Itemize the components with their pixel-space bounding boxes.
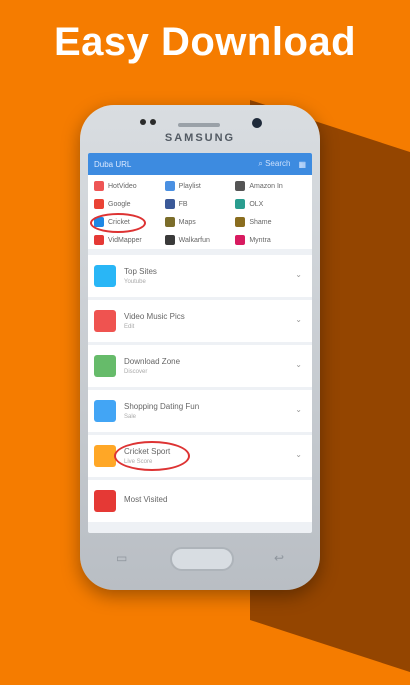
- shortcut-icon: [164, 235, 175, 245]
- headline: Easy Download: [53, 20, 357, 64]
- shortcut-item[interactable]: Playlist: [164, 181, 236, 191]
- shortcut-item[interactable]: Cricket: [90, 213, 165, 233]
- shortcut-icon: [235, 181, 246, 191]
- category-title: Shopping Dating Fun: [124, 402, 200, 411]
- shortcut-label: FB: [178, 200, 188, 208]
- earpiece-speaker: [178, 123, 220, 127]
- chevron-down-icon[interactable]: ⌄: [295, 270, 302, 279]
- phone-brand: SAMSUNG: [164, 132, 236, 144]
- category-row[interactable]: Top Sites Youtube ⌄: [88, 255, 312, 297]
- category-row[interactable]: Most Visited: [88, 480, 312, 522]
- category-subtitle: Edit: [124, 324, 135, 330]
- shortcut-label: Myntra: [249, 236, 271, 244]
- shortcut-item[interactable]: Maps: [164, 217, 236, 227]
- shortcut-label: Google: [108, 200, 131, 208]
- shortcut-label: OLX: [249, 200, 264, 208]
- category-row[interactable]: Download Zone Discover ⌄: [88, 345, 312, 387]
- shortcut-item[interactable]: Shame: [235, 217, 306, 227]
- shortcut-icon: [164, 181, 175, 191]
- front-camera: [252, 118, 262, 128]
- shortcut-icon: [94, 235, 104, 245]
- category-icon: [94, 445, 116, 467]
- shortcut-item[interactable]: VidMapper: [94, 235, 165, 245]
- shortcut-label: Amazon In: [249, 182, 283, 190]
- chevron-down-icon[interactable]: ⌄: [295, 315, 302, 324]
- category-subtitle: Sale: [124, 414, 137, 420]
- chevron-down-icon[interactable]: ⌄: [295, 360, 302, 369]
- shortcut-item[interactable]: Google: [94, 199, 165, 209]
- shortcut-item[interactable]: Walkarfun: [164, 235, 236, 245]
- shortcut-label: VidMapper: [108, 236, 142, 244]
- shortcut-icon: [94, 181, 104, 191]
- category-title: Most Visited: [124, 495, 168, 504]
- category-icon: [94, 310, 116, 332]
- search-button[interactable]: ⌕ Search: [258, 159, 290, 169]
- category-subtitle: Discover: [124, 369, 148, 375]
- shortcut-grid: HotVideo Playlist Amazon In Google FB OL…: [88, 175, 312, 249]
- category-subtitle: Youtube: [124, 279, 146, 285]
- search-label: Search: [265, 159, 291, 168]
- category-list: Top Sites Youtube ⌄ Video Music Pics Edit …: [88, 255, 312, 522]
- back-icon[interactable]: ↩: [274, 551, 284, 565]
- shortcut-item[interactable]: FB: [164, 199, 236, 209]
- sensor-dot: [150, 119, 156, 125]
- shortcut-label: HotVideo: [108, 182, 137, 190]
- shortcut-label: Playlist: [178, 182, 201, 190]
- shortcut-item[interactable]: OLX: [235, 199, 306, 209]
- shortcut-icon: [235, 199, 246, 209]
- phone-screen: Duba URL ⌕ Search ▦ HotVideo Playlist Am…: [88, 153, 312, 533]
- phone-bottom: ▭ ↩: [80, 533, 320, 590]
- category-title: Download Zone: [124, 357, 181, 366]
- category-row[interactable]: Shopping Dating Fun Sale ⌄: [88, 390, 312, 432]
- chevron-down-icon[interactable]: ⌄: [295, 405, 302, 414]
- category-title: Top Sites: [124, 267, 157, 276]
- category-title: Video Music Pics: [124, 312, 185, 321]
- category-icon: [94, 265, 116, 287]
- app-toolbar: Duba URL ⌕ Search ▦: [88, 153, 312, 175]
- shortcut-item[interactable]: HotVideo: [94, 181, 165, 191]
- category-icon: [94, 490, 116, 512]
- shortcut-label: Maps: [178, 218, 196, 226]
- shortcut-label: Shame: [249, 218, 272, 226]
- grid-menu-icon[interactable]: ▦: [298, 160, 306, 169]
- sensor-dot: [140, 119, 146, 125]
- home-button[interactable]: [170, 547, 234, 571]
- category-icon: [94, 400, 116, 422]
- category-icon: [94, 355, 116, 377]
- shortcut-item[interactable]: Myntra: [235, 235, 306, 245]
- shortcut-icon: [164, 217, 175, 227]
- shortcut-icon: [235, 235, 246, 245]
- shortcut-item[interactable]: Amazon In: [235, 181, 306, 191]
- category-row[interactable]: Cricket Sport Live Score ⌄: [88, 435, 312, 477]
- highlight-circle: [90, 213, 146, 233]
- shortcut-icon: [164, 199, 175, 209]
- category-row[interactable]: Video Music Pics Edit ⌄: [88, 300, 312, 342]
- phone-frame: SAMSUNG Duba URL ⌕ Search ▦ HotVideo Pla…: [80, 105, 320, 590]
- phone-top: SAMSUNG: [80, 105, 320, 153]
- toolbar-title: Duba URL: [94, 159, 132, 169]
- shortcut-label: Walkarfun: [178, 236, 210, 244]
- chevron-down-icon[interactable]: ⌄: [295, 450, 302, 459]
- highlight-circle: [114, 441, 190, 471]
- shortcut-icon: [94, 199, 104, 209]
- recent-apps-icon[interactable]: ▭: [116, 551, 127, 565]
- shortcut-icon: [235, 217, 246, 227]
